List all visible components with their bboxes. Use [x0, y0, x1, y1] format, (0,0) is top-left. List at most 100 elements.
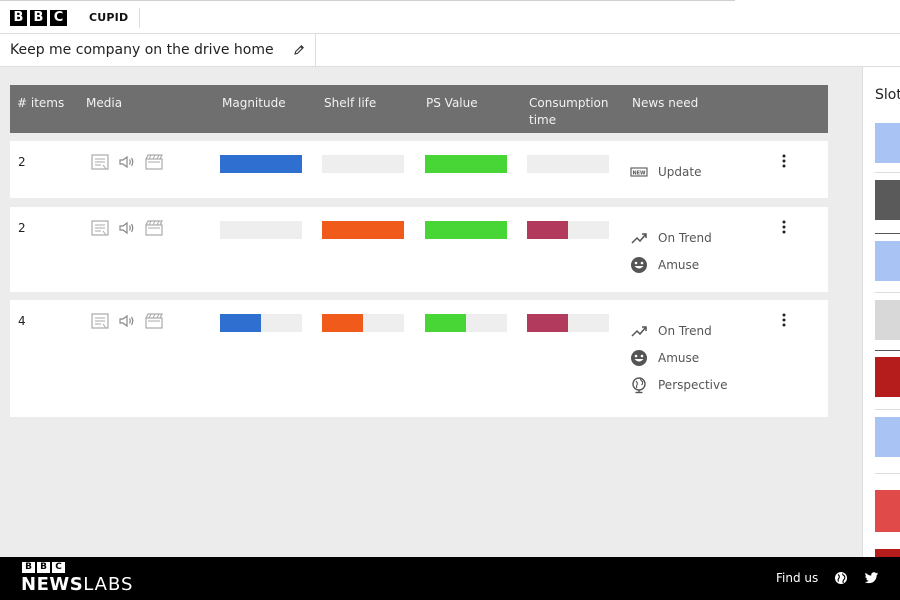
- column-header-news-need[interactable]: News need: [632, 95, 698, 112]
- news-need-item: NEW Update: [630, 155, 701, 188]
- table-header: # items Media Magnitude Shelf life PS Va…: [10, 85, 828, 133]
- consumption-time-bar: [527, 314, 609, 332]
- column-header-media[interactable]: Media: [86, 95, 122, 112]
- ps-value-bar-fill: [425, 314, 466, 332]
- news-need-label: Amuse: [658, 257, 700, 272]
- top-divider: [0, 0, 735, 1]
- slot-thumbnail[interactable]: [875, 123, 900, 163]
- column-header-shelf-life[interactable]: Shelf life: [324, 95, 376, 112]
- consumption-time-bar: [527, 155, 609, 173]
- consumption-time-bar: [527, 221, 609, 239]
- text-icon: [90, 153, 110, 175]
- column-header-ps-value[interactable]: PS Value: [426, 95, 478, 112]
- item-count: 2: [18, 155, 26, 169]
- slots-panel: Slot: [862, 67, 900, 557]
- news-icon: NEW: [630, 163, 658, 181]
- magnitude-bar-fill: [220, 314, 261, 332]
- slot-thumbnail[interactable]: [875, 241, 900, 281]
- labs-wordmark: LABS: [83, 574, 134, 595]
- slot-thumbnail[interactable]: [875, 300, 900, 340]
- footer-bbc-letter: C: [52, 562, 65, 573]
- news-need-label: On Trend: [658, 323, 712, 338]
- table-row[interactable]: 2 NEW Update: [10, 141, 828, 198]
- smile-icon: [630, 256, 658, 274]
- bbc-logo-letter: C: [50, 10, 67, 26]
- media-types: [90, 153, 164, 175]
- bbc-logo[interactable]: B B C: [10, 10, 67, 26]
- ps-value-bar: [425, 155, 507, 173]
- globe-icon[interactable]: [834, 571, 848, 585]
- news-need-label: Perspective: [658, 377, 728, 392]
- slot-divider: [875, 233, 900, 234]
- slot-thumbnail[interactable]: [875, 490, 900, 532]
- app-name[interactable]: CUPID: [89, 11, 128, 24]
- video-icon: [144, 219, 164, 241]
- news-labs-wordmark[interactable]: NEWSLABS: [21, 574, 133, 595]
- footer-bbc-logo[interactable]: B B C: [22, 562, 65, 573]
- ps-value-bar-fill: [425, 155, 507, 173]
- svg-text:NEW: NEW: [632, 170, 646, 176]
- slot-divider: [875, 350, 900, 351]
- more-options-icon[interactable]: [780, 312, 788, 328]
- news-needs: On Trend Amuse: [630, 221, 712, 281]
- footer-bbc-letter: B: [22, 562, 35, 573]
- news-need-label: Update: [658, 164, 702, 179]
- trend-icon: [630, 322, 658, 340]
- slot-divider: [875, 172, 900, 173]
- consumption-time-bar-fill: [527, 221, 568, 239]
- column-header-items[interactable]: # items: [17, 95, 64, 112]
- twitter-icon[interactable]: [864, 571, 879, 585]
- magnitude-bar: [220, 155, 302, 173]
- pencil-icon[interactable]: [292, 43, 306, 57]
- page-title: Keep me company on the drive home: [10, 42, 274, 58]
- smile-icon: [630, 349, 658, 367]
- slot-thumbnail[interactable]: [875, 357, 900, 397]
- slot-thumbnail[interactable]: [875, 417, 900, 457]
- slot-divider: [875, 473, 900, 474]
- ps-value-bar: [425, 314, 507, 332]
- ps-value-bar-fill: [425, 221, 507, 239]
- column-header-consumption-time[interactable]: Consumption time: [529, 95, 615, 129]
- footer-bbc-letter: B: [37, 562, 50, 573]
- footer: B B C NEWSLABS Find us: [0, 557, 900, 600]
- slot-thumbnail[interactable]: [875, 180, 900, 220]
- title-bar: Keep me company on the drive home: [0, 34, 900, 67]
- news-need-item: Perspective: [630, 368, 728, 401]
- title-box: Keep me company on the drive home: [0, 34, 316, 67]
- slot-divider: [875, 292, 900, 293]
- media-types: [90, 312, 164, 334]
- table-row[interactable]: 4 On Trend Amuse Perspective: [10, 300, 828, 417]
- news-needs: NEW Update: [630, 155, 701, 188]
- table-row[interactable]: 2 On Trend Amuse: [10, 207, 828, 292]
- shelf-life-bar: [322, 221, 404, 239]
- media-types: [90, 219, 164, 241]
- more-options-icon[interactable]: [780, 153, 788, 169]
- item-count: 2: [18, 221, 26, 235]
- header-separator: [139, 8, 140, 28]
- video-icon: [144, 312, 164, 334]
- slots-title: Slot: [875, 87, 900, 103]
- news-need-label: Amuse: [658, 350, 700, 365]
- bbc-logo-letter: B: [10, 10, 27, 26]
- shelf-life-bar: [322, 155, 404, 173]
- text-icon: [90, 219, 110, 241]
- audio-icon: [117, 219, 137, 241]
- ps-value-bar: [425, 221, 507, 239]
- news-need-item: Amuse: [630, 248, 712, 281]
- news-wordmark: NEWS: [21, 574, 84, 595]
- column-header-magnitude[interactable]: Magnitude: [222, 95, 286, 112]
- shelf-life-bar: [322, 314, 404, 332]
- slot-thumbnail[interactable]: [875, 549, 900, 557]
- item-count: 4: [18, 314, 26, 328]
- magnitude-bar-fill: [220, 155, 302, 173]
- more-options-icon[interactable]: [780, 219, 788, 235]
- shelf-life-bar-fill: [322, 314, 363, 332]
- video-icon: [144, 153, 164, 175]
- slot-divider: [875, 409, 900, 410]
- magnitude-bar: [220, 314, 302, 332]
- top-header: B B C CUPID: [0, 0, 900, 34]
- globe-icon: [630, 376, 658, 394]
- bbc-logo-letter: B: [30, 10, 47, 26]
- shelf-life-bar-fill: [322, 221, 404, 239]
- news-needs: On Trend Amuse Perspective: [630, 314, 728, 401]
